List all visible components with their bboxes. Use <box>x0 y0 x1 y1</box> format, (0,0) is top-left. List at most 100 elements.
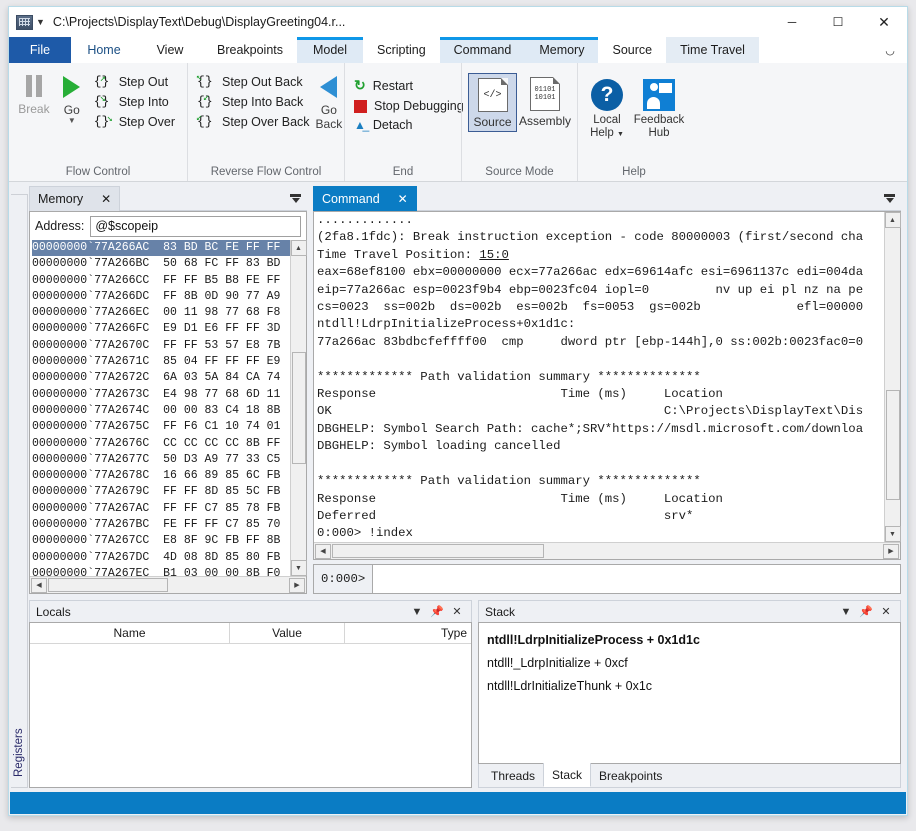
step-out-button[interactable]: {↗} Step Out <box>91 72 181 91</box>
column-header-name[interactable]: Name <box>30 623 230 643</box>
assembly-mode-button[interactable]: 0110110101 Assembly <box>519 73 571 130</box>
command-input[interactable] <box>373 565 900 593</box>
pin-icon[interactable]: 📌 <box>427 605 447 618</box>
memory-row[interactable]: 00000000`77A2672C 6A 03 5A 84 CA 74 <box>32 370 290 386</box>
command-scroll-thumb[interactable] <box>886 390 900 500</box>
command-vertical-scrollbar[interactable]: ▲ ▼ <box>884 212 900 542</box>
memory-row[interactable]: 00000000`77A266AC 83 BD BC FE FF FF <box>32 240 290 256</box>
scroll-left-button[interactable]: ◀ <box>31 578 47 593</box>
go-back-button[interactable]: Go Back <box>316 69 343 131</box>
ribbon-tab-scripting[interactable]: Scripting <box>363 37 440 63</box>
ribbon-tab-file[interactable]: File <box>9 37 71 63</box>
memory-row[interactable]: 00000000`77A266EC 00 11 98 77 68 F8 <box>32 305 290 321</box>
memory-row[interactable]: 00000000`77A267AC FF FF C7 85 78 FB <box>32 501 290 517</box>
restart-button[interactable]: ↻ Restart <box>351 75 470 96</box>
list-item[interactable]: ntdll!_LdrpInitialize + 0xcf <box>487 652 900 675</box>
close-icon[interactable]: ✕ <box>876 605 896 618</box>
tab-memory[interactable]: Memory ✕ <box>29 186 120 211</box>
memory-row[interactable]: 00000000`77A267CC E8 8F 9C FB FF 8B <box>32 533 290 549</box>
local-help-button[interactable]: ? Local Help ▼ <box>584 75 630 141</box>
memory-row[interactable]: 00000000`77A2676C CC CC CC CC 8B FF <box>32 436 290 452</box>
memory-scroll-thumb[interactable] <box>292 352 306 464</box>
memory-row[interactable]: 00000000`77A2670C FF FF 53 57 E8 7B <box>32 338 290 354</box>
stop-debugging-button[interactable]: Stop Debugging <box>351 97 470 115</box>
chevron-up-icon[interactable]: ◡ <box>873 37 907 63</box>
memory-row[interactable]: 00000000`77A267BC FE FF FF C7 85 70 <box>32 517 290 533</box>
ribbon-tab-command[interactable]: Command <box>440 37 526 63</box>
memory-dump-text[interactable]: 00000000`77A266AC 83 BD BC FE FF FF 0000… <box>30 240 290 576</box>
memory-row[interactable]: 00000000`77A2671C 85 04 FF FF FF E9 <box>32 354 290 370</box>
memory-row[interactable]: 00000000`77A266FC E9 D1 E6 FF FF 3D <box>32 321 290 337</box>
step-over-back-button[interactable]: ↙{} Step Over Back <box>194 112 316 131</box>
column-header-type[interactable]: Type <box>345 623 471 643</box>
memory-row[interactable]: 00000000`77A267DC 4D 08 8D 85 80 FB <box>32 550 290 566</box>
memory-tab-list-button[interactable] <box>283 186 307 211</box>
pin-icon[interactable]: 📌 <box>856 605 876 618</box>
close-button[interactable]: ✕ <box>861 7 907 37</box>
scroll-down-button[interactable]: ▼ <box>291 560 307 576</box>
list-item[interactable]: ntdll!LdrpInitializeProcess + 0x1d1c <box>487 629 900 652</box>
scroll-right-button[interactable]: ▶ <box>883 544 899 559</box>
chevron-down-icon[interactable]: ▼ <box>407 606 427 618</box>
scroll-left-button[interactable]: ◀ <box>315 544 331 559</box>
ribbon-tab-time-travel[interactable]: Time Travel <box>666 37 759 63</box>
time-travel-position-link[interactable]: 15:0 <box>479 248 509 262</box>
memory-row[interactable]: 00000000`77A266BC 50 68 FC FF 83 BD <box>32 256 290 272</box>
ribbon-tab-memory[interactable]: Memory <box>525 37 598 63</box>
chevron-down-icon[interactable]: ▼ <box>617 131 624 138</box>
minimize-button[interactable]: ─ <box>769 7 815 37</box>
tab-breakpoints[interactable]: Breakpoints <box>591 764 670 787</box>
command-output-text[interactable]: ............. (2fa8.1fdc): Break instruc… <box>314 212 884 542</box>
scroll-up-button[interactable]: ▲ <box>885 212 901 228</box>
quick-access-caret-icon[interactable]: ▼ <box>36 18 45 27</box>
close-icon[interactable]: ✕ <box>101 192 111 206</box>
step-over-button[interactable]: {}↘ Step Over <box>91 112 181 131</box>
ribbon-tab-source[interactable]: Source <box>598 37 666 63</box>
ribbon-tab-view[interactable]: View <box>137 37 203 63</box>
memory-row[interactable]: 00000000`77A2677C 50 D3 A9 77 33 C5 <box>32 452 290 468</box>
memory-row[interactable]: 00000000`77A2679C FF FF 8D 85 5C FB <box>32 484 290 500</box>
memory-row[interactable]: 00000000`77A2675C FF F6 C1 10 74 01 <box>32 419 290 435</box>
memory-row[interactable]: 00000000`77A2678C 16 66 89 85 6C FB <box>32 468 290 484</box>
maximize-button[interactable]: ☐ <box>815 7 861 37</box>
command-hscroll-thumb[interactable] <box>332 544 544 558</box>
memory-row[interactable]: 00000000`77A266CC FF FF B5 B8 FE FF <box>32 273 290 289</box>
memory-row[interactable]: 00000000`77A267EC B1 03 00 00 8B F0 <box>32 566 290 576</box>
source-file-icon: </> <box>478 78 508 112</box>
sidebar-item-registers[interactable]: Registers <box>11 194 28 788</box>
tab-command[interactable]: Command ✕ <box>313 186 417 211</box>
scroll-down-button[interactable]: ▼ <box>885 526 901 542</box>
source-mode-button[interactable]: </> Source <box>468 73 517 132</box>
close-icon[interactable]: ✕ <box>447 605 467 618</box>
ribbon-tab-home[interactable]: Home <box>71 37 137 63</box>
tab-threads[interactable]: Threads <box>483 764 543 787</box>
tab-stack[interactable]: Stack <box>543 763 591 787</box>
scroll-up-button[interactable]: ▲ <box>291 240 307 256</box>
step-into-button[interactable]: {↘} Step Into <box>91 92 181 111</box>
chevron-down-icon[interactable]: ▼ <box>68 118 76 124</box>
scroll-right-button[interactable]: ▶ <box>289 578 305 593</box>
detach-button[interactable]: ▲̲ Detach <box>351 116 470 134</box>
command-tab-list-button[interactable] <box>877 186 901 211</box>
ribbon-tab-model[interactable]: Model <box>297 37 363 63</box>
command-horizontal-scrollbar[interactable]: ◀ ▶ <box>314 542 900 559</box>
memory-horizontal-scrollbar[interactable]: ◀ ▶ <box>30 576 306 593</box>
go-button[interactable]: Go ▼ <box>53 69 91 124</box>
feedback-hub-button[interactable]: Feedback Hub <box>634 75 684 140</box>
list-item[interactable]: ntdll!LdrInitializeThunk + 0x1c <box>487 675 900 698</box>
step-out-back-button[interactable]: {↖} Step Out Back <box>194 72 316 91</box>
chevron-down-icon[interactable]: ▼ <box>836 606 856 618</box>
memory-row[interactable]: 00000000`77A266DC FF 8B 0D 90 77 A9 <box>32 289 290 305</box>
column-header-value[interactable]: Value <box>230 623 345 643</box>
memory-vertical-scrollbar[interactable]: ▲ ▼ <box>290 240 306 576</box>
close-icon[interactable]: ✕ <box>398 192 408 206</box>
ribbon-tab-breakpoints[interactable]: Breakpoints <box>203 37 297 63</box>
address-input[interactable]: @$scopeip <box>90 216 301 237</box>
memory-row[interactable]: 00000000`77A2674C 00 00 83 C4 18 8B <box>32 403 290 419</box>
break-button[interactable]: Break <box>15 69 53 116</box>
memory-row[interactable]: 00000000`77A2673C E4 98 77 68 6D 11 <box>32 387 290 403</box>
local-help-label-1: Local <box>593 114 621 126</box>
locals-rows[interactable] <box>30 644 471 787</box>
memory-hscroll-thumb[interactable] <box>48 578 168 592</box>
step-into-back-button[interactable]: {↙} Step Into Back <box>194 92 316 111</box>
